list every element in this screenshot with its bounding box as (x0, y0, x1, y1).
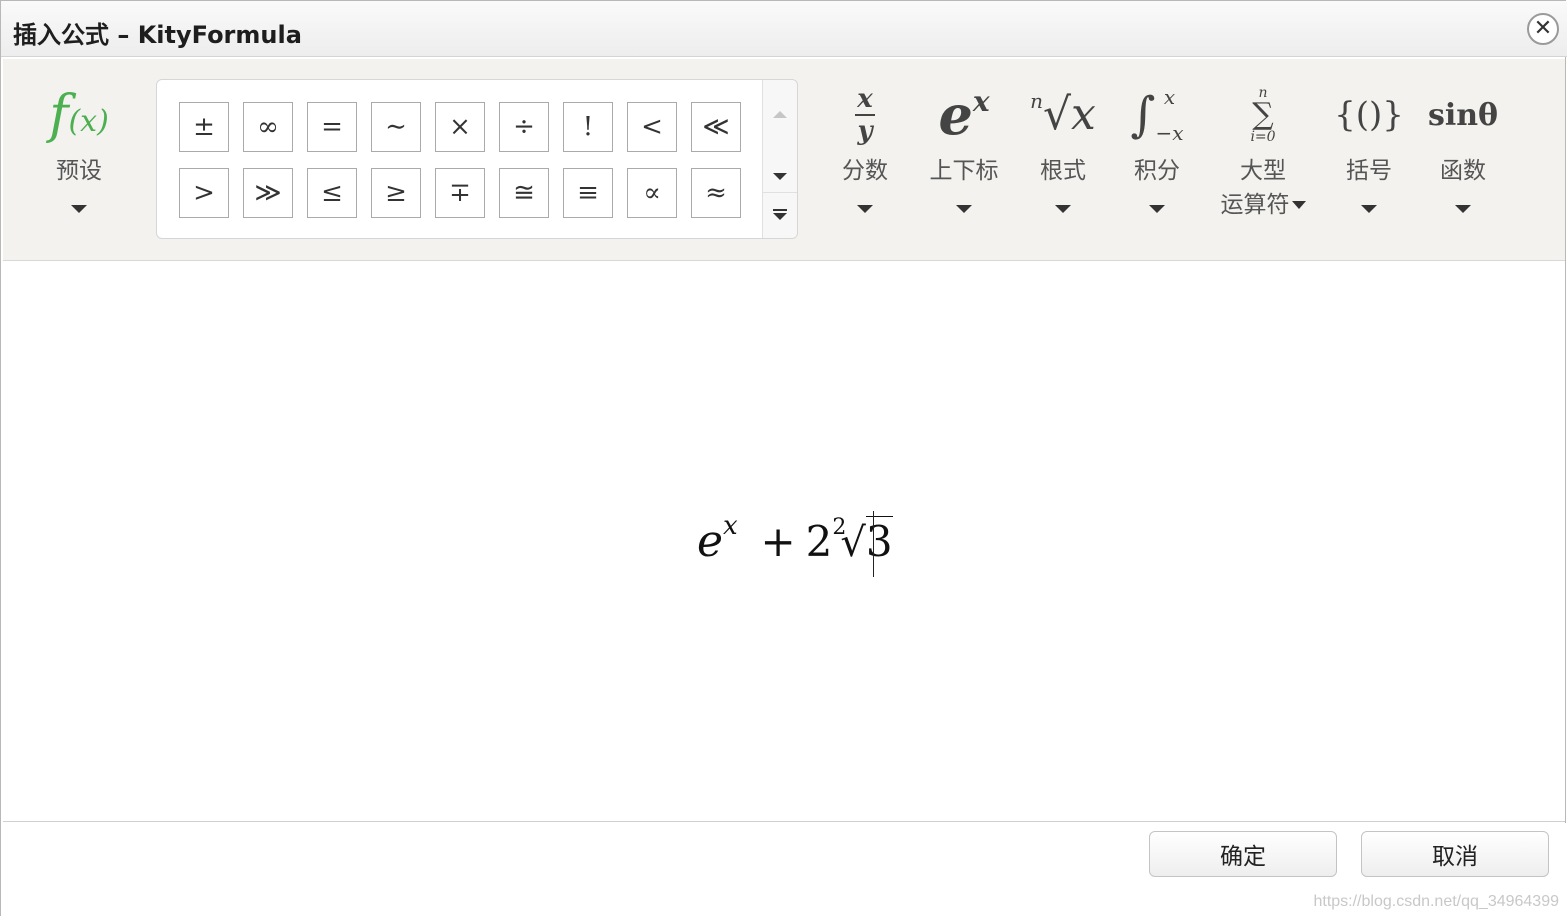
symbol-button[interactable]: ∼ (371, 102, 421, 152)
chevron-up-icon (773, 110, 787, 118)
integral-icon: ∫ x −x (1130, 85, 1184, 145)
cancel-button[interactable]: 取消 (1361, 831, 1549, 877)
fraction-label: 分数 (842, 158, 888, 184)
function-label: 函数 (1440, 158, 1486, 184)
superscript-icon: ex (938, 83, 990, 147)
chevron-down-icon (1455, 205, 1471, 213)
symbol-button[interactable]: ≅ (499, 168, 549, 218)
fraction-icon: x y (827, 79, 903, 151)
symbol-button[interactable]: ± (179, 102, 229, 152)
fx-icon: f (x) (49, 85, 109, 145)
fraction-num: x (857, 84, 873, 114)
symbol-button[interactable]: ≫ (243, 168, 293, 218)
symbol-button[interactable]: > (179, 168, 229, 218)
dialog-footer: 确定 取消 https://blog.csdn.net/qq_34964399 (1, 823, 1567, 917)
integral-dropdown[interactable]: ∫ x −x 积分 (1121, 79, 1193, 213)
function-icon: sinθ (1427, 97, 1499, 133)
large-operator-dropdown[interactable]: n ∑ i=0 大型 运算符 (1215, 79, 1311, 219)
close-icon: ✕ (1533, 16, 1553, 41)
radical-dropdown[interactable]: n √x 根式 (1025, 79, 1101, 213)
integral-label: 积分 (1134, 158, 1180, 184)
formula-plus: + (760, 517, 796, 566)
preset-dropdown[interactable]: f (x) 预设 (35, 79, 123, 213)
symbol-button[interactable]: ≡ (563, 168, 613, 218)
function-dropdown[interactable]: sinθ 函数 (1423, 79, 1503, 213)
symbol-button[interactable]: ÷ (499, 102, 549, 152)
symbol-button[interactable]: ≤ (307, 168, 357, 218)
expand-icon (773, 209, 787, 221)
large-operator-label: 大型 (1240, 158, 1286, 184)
watermark-text: https://blog.csdn.net/qq_34964399 (1313, 893, 1559, 910)
bracket-dropdown[interactable]: {()} 括号 (1331, 79, 1407, 213)
bracket-icon: {()} (1334, 95, 1404, 135)
radical-label: 根式 (1040, 158, 1086, 184)
chevron-down-icon (1361, 205, 1377, 213)
chevron-down-icon (773, 172, 787, 180)
formula-radicand: 3 (865, 516, 893, 566)
formula-coef: 2 (805, 517, 833, 566)
symbol-button[interactable]: × (435, 102, 485, 152)
scroll-up-button[interactable] (763, 88, 797, 140)
script-label: 上下标 (929, 158, 999, 184)
symbol-button[interactable]: ∓ (435, 168, 485, 218)
script-dropdown[interactable]: ex 上下标 (921, 79, 1007, 213)
sum-icon: n ∑ i=0 (1250, 85, 1276, 145)
dialog-title: 插入公式 – KityFormula (13, 21, 302, 49)
symbol-button[interactable]: ∝ (627, 168, 677, 218)
preset-label: 预设 (56, 158, 102, 184)
symbol-button[interactable]: = (307, 102, 357, 152)
fraction-dropdown[interactable]: x y 分数 (827, 79, 903, 213)
text-cursor (873, 511, 874, 577)
symbol-button[interactable]: ≈ (691, 168, 741, 218)
chevron-down-icon (1055, 205, 1071, 213)
chevron-down-icon (1291, 201, 1306, 209)
formula-sup: x (723, 511, 738, 541)
symbol-button[interactable]: ! (563, 102, 613, 152)
formula-display[interactable]: ex +22√3 (697, 511, 893, 581)
title-bar[interactable]: 插入公式 – KityFormula ✕ (1, 1, 1567, 57)
chevron-down-icon (1149, 205, 1165, 213)
symbol-button[interactable]: ≪ (691, 102, 741, 152)
symbol-button[interactable]: < (627, 102, 677, 152)
symbol-button[interactable]: ≥ (371, 168, 421, 218)
chevron-down-icon (71, 205, 87, 213)
expand-symbols-button[interactable] (763, 192, 797, 237)
chevron-down-icon (956, 205, 972, 213)
symbol-panel: ± ∞ = ∼ × ÷! < ≪ > ≫ ≤ ≥ ∓ ≅ ≡ ∝ ≈ (156, 79, 798, 239)
ok-button[interactable]: 确定 (1149, 831, 1337, 877)
radical-icon: n √x (1030, 89, 1096, 140)
formula-root-sign: √ (840, 520, 866, 566)
close-button[interactable]: ✕ (1527, 13, 1559, 45)
fraction-den: y (857, 116, 873, 146)
formula-toolbar: f (x) 预设 ± ∞ = ∼ × ÷! < ≪ > ≫ ≤ ≥ ∓ ≅ ≡ ∝ ≈ (3, 59, 1565, 261)
formula-dialog: 插入公式 – KityFormula ✕ f (x) 预设 ± ∞ = ∼ × ÷! < ≪ > ≫… (0, 0, 1567, 917)
chevron-down-icon (857, 205, 873, 213)
symbol-button[interactable]: ∞ (243, 102, 293, 152)
large-operator-label-2: 运算符 (1220, 192, 1290, 218)
bracket-label: 括号 (1346, 158, 1392, 184)
symbol-scrollbar[interactable] (762, 80, 797, 238)
formula-base: e (697, 516, 724, 567)
